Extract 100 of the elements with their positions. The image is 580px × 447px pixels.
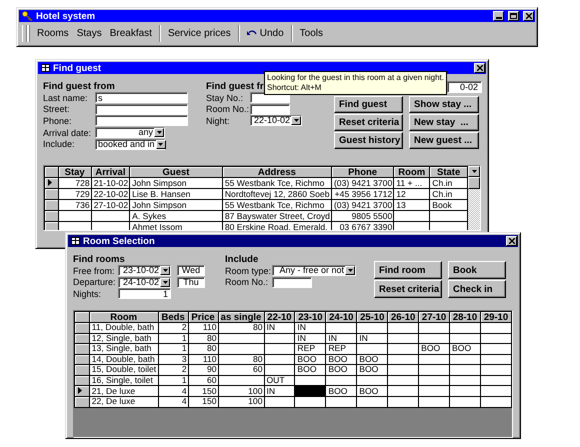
field-label: Room No.: (225, 277, 270, 288)
caret-icon (294, 119, 298, 122)
toolbar-button[interactable]: Tools (296, 26, 328, 40)
field-label: Night: (206, 116, 231, 126)
toolbar-grip[interactable] (22, 24, 27, 42)
row-selector[interactable] (44, 200, 58, 210)
column-header[interactable]: Stay (58, 166, 92, 178)
window-title: Find guest (53, 62, 102, 74)
form-icon (41, 64, 50, 72)
key-icon (22, 11, 33, 21)
row-selector[interactable] (74, 396, 90, 407)
dropdown[interactable]: 22-10-02 (250, 115, 302, 126)
toolbar-button[interactable]: Breakfast (106, 26, 156, 40)
column-header[interactable]: Address (222, 166, 332, 178)
toolbar-button[interactable]: Undo (242, 26, 288, 40)
field-label: Arrival date: (43, 128, 92, 138)
close-button[interactable] (474, 63, 485, 73)
maximize-button[interactable] (508, 11, 519, 21)
close-button[interactable] (523, 11, 534, 21)
column-header[interactable]: Guest (130, 166, 222, 178)
command-button[interactable]: Show stay ... (409, 96, 479, 113)
input-field[interactable] (250, 104, 290, 115)
caret-icon (472, 170, 476, 173)
command-button[interactable]: Check in (448, 280, 506, 298)
command-button[interactable]: Reset criteria (374, 280, 442, 298)
weekday-field: Wed (177, 265, 205, 276)
table-cell: A. Sykes (130, 210, 222, 222)
row-selector[interactable] (74, 375, 90, 386)
field-label: Last name: (43, 92, 89, 103)
column-header[interactable]: 27-10 (418, 312, 450, 322)
input-field[interactable]: s (95, 92, 188, 104)
column-header[interactable]: 25-10 (356, 312, 388, 322)
scroll-up-button[interactable] (468, 166, 480, 177)
column-header[interactable]: 22-10 (264, 312, 295, 322)
command-button[interactable]: Find room (374, 261, 442, 279)
caret-icon (162, 280, 168, 284)
weekday-field: Thu (177, 276, 205, 288)
row-selector[interactable] (74, 386, 90, 396)
field-label: Nights: (73, 288, 102, 299)
toolbar-button[interactable]: Rooms (33, 26, 73, 40)
dropdown[interactable]: 23-10-02 (118, 265, 171, 276)
column-header[interactable]: Phone (331, 166, 394, 178)
input-field[interactable] (272, 276, 312, 288)
row-selector[interactable] (74, 364, 90, 375)
column-header[interactable]: Beds (158, 312, 188, 322)
tooltip-text: Looking for the guest in this room at a given night. (267, 73, 444, 83)
minimize-button[interactable] (493, 11, 504, 21)
input-field[interactable] (95, 115, 188, 126)
dropdown[interactable]: any (95, 127, 165, 138)
toolbar-button[interactable]: Service prices (164, 26, 235, 40)
field-label: Departure: (73, 277, 117, 288)
column-header[interactable]: Price (188, 312, 218, 322)
dropdown[interactable]: Any - free or not (272, 265, 356, 276)
close-button[interactable] (506, 236, 517, 246)
row-selector[interactable] (44, 178, 58, 188)
close-icon (526, 13, 532, 19)
section-heading: Include (225, 255, 258, 265)
command-button[interactable]: Reset criteria (334, 114, 403, 131)
field-label: Street: (43, 104, 71, 114)
table-cell: Lise B. Hansen (130, 188, 222, 200)
row-selector[interactable] (74, 354, 90, 364)
close-icon (476, 65, 482, 71)
undo-icon (246, 30, 257, 36)
scrollbar[interactable] (468, 166, 480, 230)
column-header[interactable]: Room (394, 166, 430, 178)
column-header[interactable]: Room (89, 312, 158, 322)
column-header[interactable]: 29-10 (480, 312, 512, 322)
caret-icon (156, 131, 162, 134)
table-cell: 21, De luxe (89, 386, 158, 396)
input-field[interactable]: 0-02 (447, 81, 482, 93)
command-button[interactable]: New stay ... (409, 114, 479, 131)
column-header[interactable]: Arrival (91, 166, 130, 178)
window-title: Room Selection (83, 236, 156, 246)
field-label: Room type: (225, 266, 272, 276)
field-label: Free from: (73, 266, 116, 276)
command-button[interactable]: Book (448, 261, 506, 279)
row-selector[interactable] (44, 188, 58, 200)
command-button[interactable]: New guest ... (409, 132, 479, 149)
column-header[interactable]: 23-10 (294, 312, 326, 322)
row-selector[interactable] (74, 322, 90, 333)
corner-cell (44, 166, 58, 178)
column-header[interactable]: 24-10 (326, 312, 357, 322)
input-field[interactable] (95, 104, 188, 115)
column-header[interactable]: 26-10 (388, 312, 419, 322)
row-selector[interactable] (74, 344, 90, 354)
corner-cell (74, 312, 90, 322)
dropdown[interactable]: booked and in (95, 138, 165, 150)
column-header[interactable]: as single (218, 312, 264, 322)
dropdown[interactable]: 24-10-02 (118, 276, 171, 288)
column-header[interactable]: State (430, 166, 468, 178)
row-selector[interactable] (74, 333, 90, 344)
input-field[interactable]: 1 (118, 288, 171, 300)
row-selector[interactable] (44, 210, 58, 222)
command-button[interactable]: Guest history (334, 132, 403, 149)
section-heading: Find guest from (43, 82, 115, 92)
command-button[interactable]: Find guest (334, 96, 403, 113)
column-header[interactable]: 28-10 (450, 312, 480, 322)
toolbar-button[interactable]: Stays (72, 26, 106, 40)
scroll-thumb[interactable] (468, 177, 480, 189)
caret-icon (348, 269, 352, 272)
